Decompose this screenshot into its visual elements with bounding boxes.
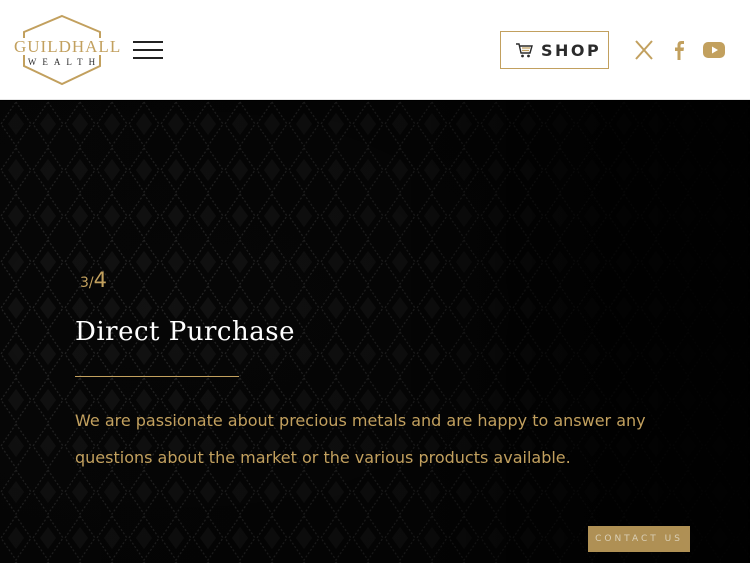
slide-total: 4 (93, 268, 108, 292)
slide-title: Direct Purchase (75, 317, 295, 347)
shopping-cart-icon (516, 43, 533, 58)
logo-subname: WEALTH (27, 57, 102, 67)
site-header: GUILDHALL WEALTH SHOP (0, 0, 750, 100)
slide-counter: 3/4 (80, 268, 107, 292)
shop-button[interactable]: SHOP (500, 31, 609, 69)
guildhall-wealth-logo[interactable]: GUILDHALL WEALTH (14, 14, 122, 86)
slide-current: 3 (80, 275, 89, 291)
menu-button[interactable] (133, 41, 163, 61)
hamburger-menu-icon (133, 41, 163, 43)
contact-us-button[interactable]: CONTACT US (588, 526, 690, 552)
title-divider (75, 376, 239, 377)
menu-bar (133, 49, 163, 51)
facebook-icon[interactable] (667, 38, 691, 62)
shop-button-label: SHOP (541, 40, 602, 60)
x-twitter-icon[interactable] (632, 38, 656, 62)
logo-name: GUILDHALL (14, 37, 122, 56)
slide-description: We are passionate about precious metals … (75, 411, 646, 467)
menu-bar (133, 57, 163, 59)
youtube-icon[interactable] (702, 38, 726, 62)
